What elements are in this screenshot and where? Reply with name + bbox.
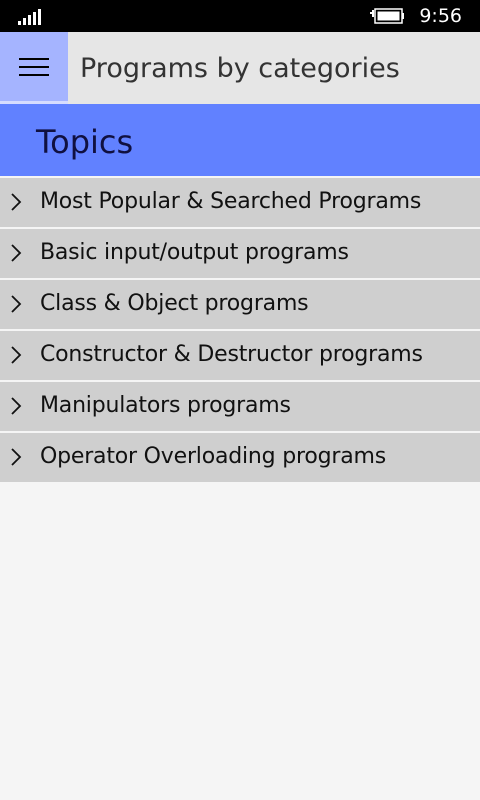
topic-label: Manipulators programs: [40, 393, 291, 418]
topic-item-basic-io[interactable]: Basic input/output programs: [0, 229, 480, 278]
signal-strength-icon: [18, 7, 44, 25]
chevron-right-icon: [11, 397, 22, 415]
hamburger-menu-button[interactable]: [0, 32, 68, 104]
topic-item-class-object[interactable]: Class & Object programs: [0, 280, 480, 329]
hamburger-menu-icon: [19, 58, 49, 60]
battery-charging-icon: [370, 8, 404, 24]
topic-label: Operator Overloading programs: [40, 444, 386, 469]
topic-item-manipulators[interactable]: Manipulators programs: [0, 382, 480, 431]
page-title: Programs by categories: [80, 53, 400, 84]
topic-label: Basic input/output programs: [40, 240, 349, 265]
chevron-right-icon: [11, 193, 22, 211]
topic-item-constructor-destructor[interactable]: Constructor & Destructor programs: [0, 331, 480, 380]
chevron-right-icon: [11, 244, 22, 262]
app-header: Programs by categories: [0, 32, 480, 104]
topics-title: Topics: [36, 123, 134, 161]
status-time: 9:56: [419, 5, 462, 27]
topics-banner: Topics: [0, 104, 480, 176]
topic-list: Most Popular & Searched Programs Basic i…: [0, 178, 480, 484]
chevron-right-icon: [11, 295, 22, 313]
topic-label: Most Popular & Searched Programs: [40, 189, 422, 214]
topic-label: Constructor & Destructor programs: [40, 342, 423, 367]
chevron-right-icon: [11, 448, 22, 466]
status-bar: 9:56: [0, 0, 480, 32]
topic-label: Class & Object programs: [40, 291, 309, 316]
topic-item-most-popular[interactable]: Most Popular & Searched Programs: [0, 178, 480, 227]
chevron-right-icon: [11, 346, 22, 364]
topic-item-operator-overloading[interactable]: Operator Overloading programs: [0, 433, 480, 482]
